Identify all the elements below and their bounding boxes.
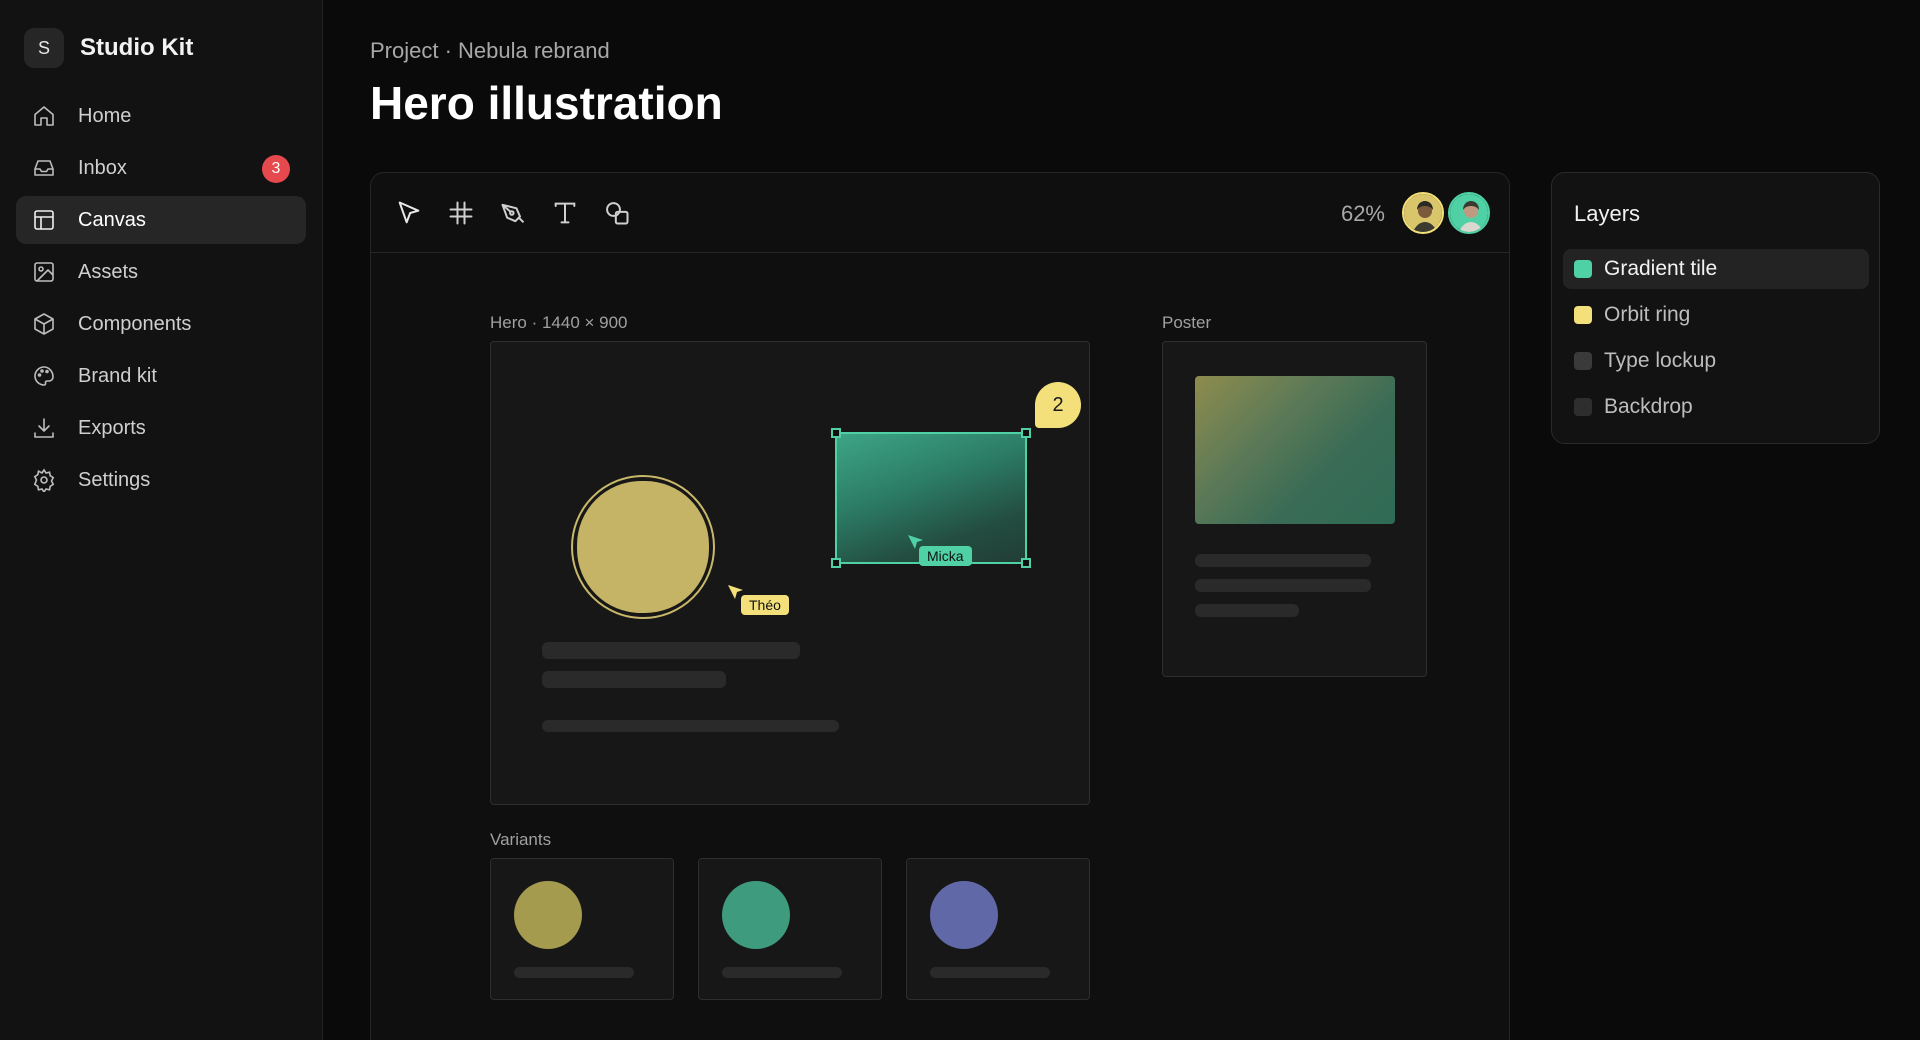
resize-handle[interactable] xyxy=(831,428,841,438)
sidebar-item-settings[interactable]: Settings xyxy=(16,456,306,504)
avatar[interactable] xyxy=(1402,192,1444,234)
layer-label: Type lockup xyxy=(1604,349,1717,372)
sidebar-item-exports[interactable]: Exports xyxy=(16,404,306,452)
layer-label: Orbit ring xyxy=(1604,303,1691,326)
comment-pin[interactable]: 2 xyxy=(1035,382,1081,428)
resize-handle[interactable] xyxy=(1021,428,1031,438)
variant-card[interactable] xyxy=(490,858,674,1000)
orbit-fill xyxy=(577,481,709,613)
sidebar-item-label: Canvas xyxy=(78,208,146,231)
sidebar-item-label: Settings xyxy=(78,468,151,491)
pen-tool-icon[interactable] xyxy=(497,197,529,229)
sidebar-item-label: Home xyxy=(78,104,132,127)
inbox-count-badge: 3 xyxy=(262,155,290,183)
sidebar-nav: Home Inbox 3 Canvas Assets Components Br… xyxy=(16,92,306,508)
placeholder-text-line xyxy=(1195,579,1371,592)
placeholder-text-line xyxy=(1195,604,1299,617)
variant-card[interactable] xyxy=(698,858,882,1000)
palette-icon xyxy=(32,364,56,388)
sidebar-item-label: Exports xyxy=(78,416,146,439)
frame-tool-icon[interactable] xyxy=(445,197,477,229)
sidebar-item-assets[interactable]: Assets xyxy=(16,248,306,296)
sidebar-item-label: Components xyxy=(78,312,192,335)
sidebar-item-inbox[interactable]: Inbox 3 xyxy=(16,144,306,192)
layers-panel: Layers Gradient tile Orbit ring Type loc… xyxy=(1551,172,1880,444)
sidebar-item-components[interactable]: Components xyxy=(16,300,306,348)
hero-frame[interactable]: Théo Micka 2 xyxy=(490,341,1090,805)
resize-handle[interactable] xyxy=(831,558,841,568)
layer-color-swatch xyxy=(1574,260,1592,278)
layer-label: Gradient tile xyxy=(1604,257,1718,280)
variant-swatch xyxy=(930,881,998,949)
orbit-ring[interactable] xyxy=(571,475,715,619)
sidebar-item-canvas[interactable]: Canvas xyxy=(16,196,306,244)
placeholder-text-line xyxy=(542,720,839,732)
sidebar-item-label: Brand kit xyxy=(78,364,157,387)
sidebar-item-home[interactable]: Home xyxy=(16,92,306,140)
sidebar-item-label: Inbox xyxy=(78,156,127,179)
canvas-icon xyxy=(32,208,56,232)
download-icon xyxy=(32,416,56,440)
sidebar-item-brand-kit[interactable]: Brand kit xyxy=(16,352,306,400)
cube-icon xyxy=(32,312,56,336)
cursor-label-micka: Micka xyxy=(919,546,972,566)
text-tool-icon[interactable] xyxy=(549,197,581,229)
gear-icon xyxy=(32,468,56,492)
brand-logo: S xyxy=(24,28,64,68)
layer-item-orbit-ring[interactable]: Orbit ring xyxy=(1563,295,1869,335)
variant-swatch xyxy=(722,881,790,949)
layer-item-gradient-tile[interactable]: Gradient tile xyxy=(1563,249,1869,289)
canvas-toolbar: 62% xyxy=(371,173,1509,253)
breadcrumb[interactable]: Project · Nebula rebrand xyxy=(370,38,610,64)
image-icon xyxy=(32,260,56,284)
poster-frame-label: Poster xyxy=(1162,313,1212,332)
layer-label: Backdrop xyxy=(1604,395,1693,418)
layer-color-swatch xyxy=(1574,398,1592,416)
zoom-level[interactable]: 62% xyxy=(1341,201,1385,227)
cursor-label-theo: Théo xyxy=(741,595,789,615)
placeholder-text-line xyxy=(542,671,726,688)
placeholder-text-line xyxy=(514,967,634,978)
layer-item-backdrop[interactable]: Backdrop xyxy=(1563,387,1869,427)
brand-name: Studio Kit xyxy=(80,34,194,61)
placeholder-text-line xyxy=(1195,554,1371,567)
inbox-icon xyxy=(32,156,56,180)
layer-color-swatch xyxy=(1574,306,1592,324)
poster-artwork xyxy=(1195,376,1395,524)
home-icon xyxy=(32,104,56,128)
avatar[interactable] xyxy=(1448,192,1490,234)
placeholder-text-line xyxy=(930,967,1050,978)
page-title: Hero illustration xyxy=(370,77,723,129)
variant-card[interactable] xyxy=(906,858,1090,1000)
resize-handle[interactable] xyxy=(1021,558,1031,568)
layer-item-type-lockup[interactable]: Type lockup xyxy=(1563,341,1869,381)
placeholder-text-line xyxy=(722,967,842,978)
poster-frame[interactable] xyxy=(1162,341,1427,677)
brand[interactable]: S Studio Kit xyxy=(24,28,193,68)
variants-label: Variants xyxy=(490,830,552,849)
layers-title: Layers xyxy=(1574,201,1641,226)
gradient-tile-selection[interactable]: Micka xyxy=(831,428,1031,568)
layer-color-swatch xyxy=(1574,352,1592,370)
hero-frame-label: Hero · 1440 × 900 xyxy=(490,313,628,332)
placeholder-text-line xyxy=(542,642,800,659)
shapes-tool-icon[interactable] xyxy=(601,197,633,229)
sidebar: S Studio Kit Home Inbox 3 Canvas Assets … xyxy=(0,0,323,1040)
select-tool-icon[interactable] xyxy=(393,197,425,229)
variant-swatch xyxy=(514,881,582,949)
sidebar-item-label: Assets xyxy=(78,260,139,283)
